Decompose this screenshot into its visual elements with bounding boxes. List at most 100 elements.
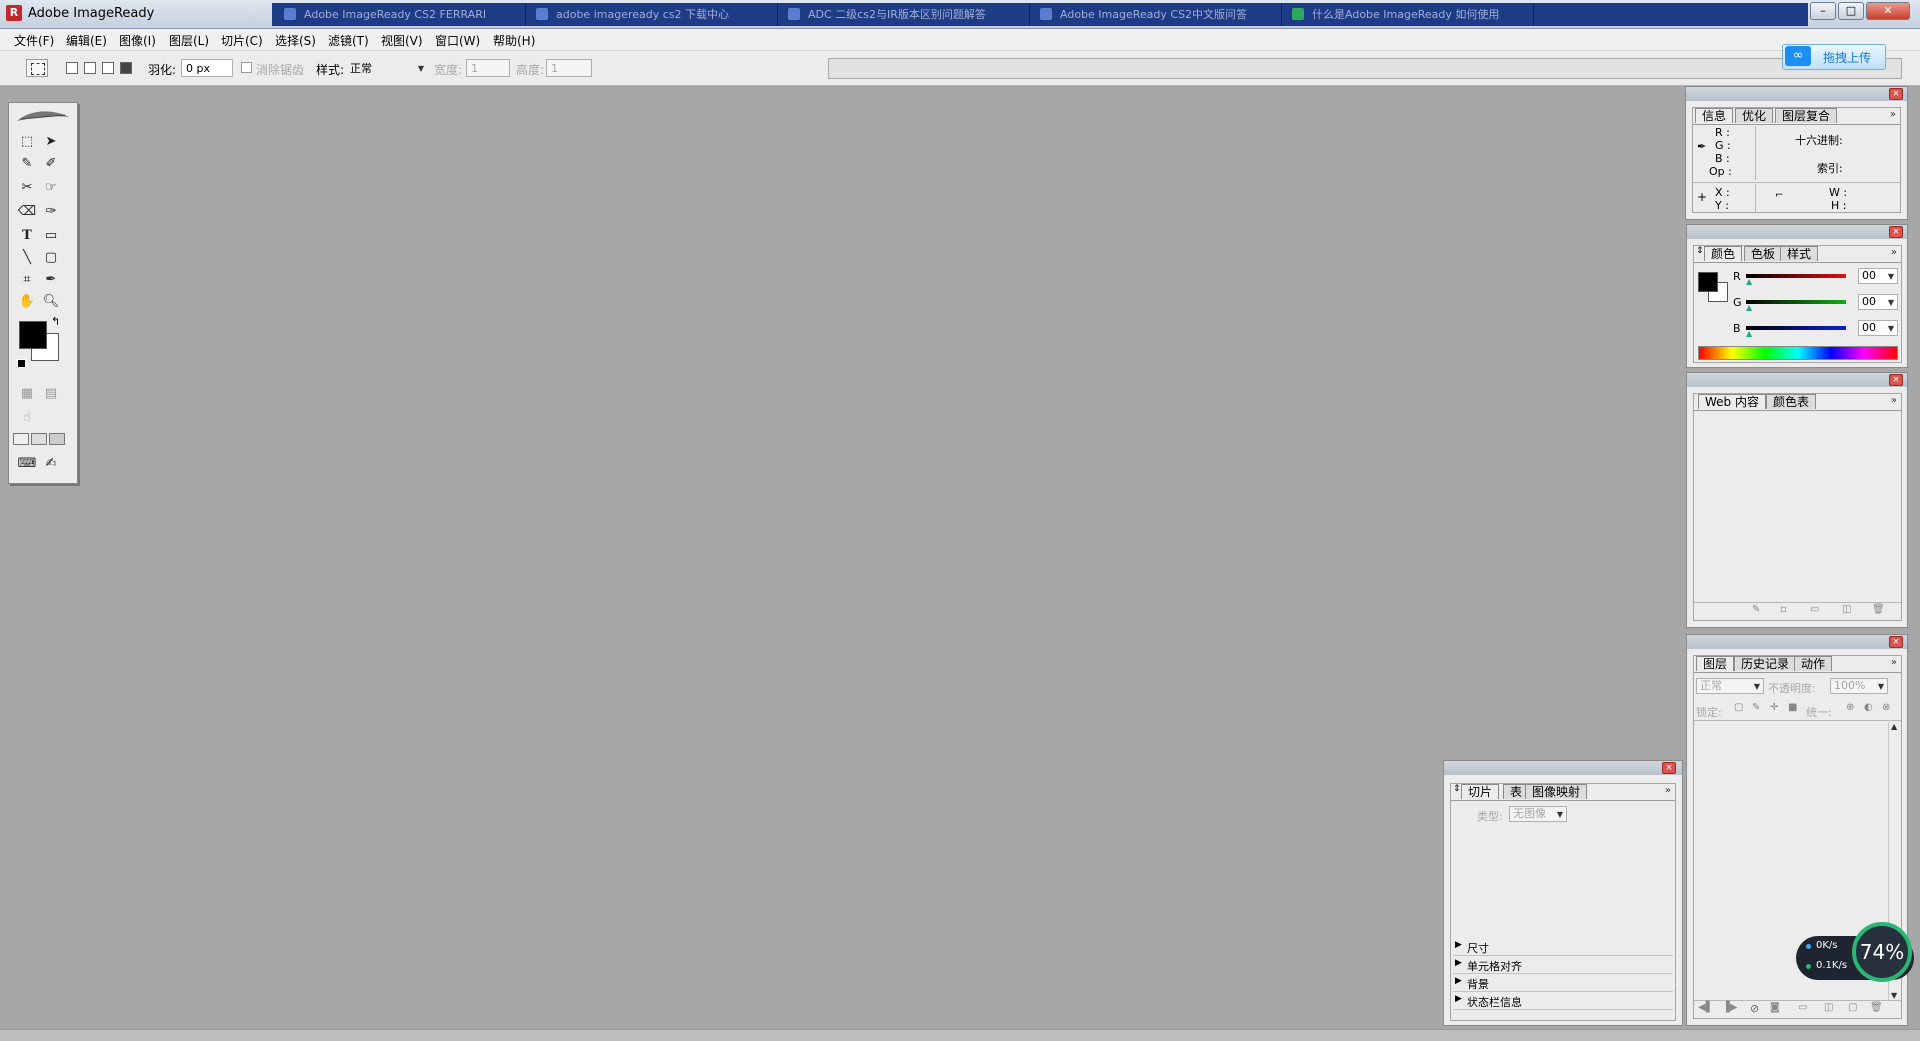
height-input[interactable]: 1	[546, 59, 592, 77]
panel-collapse-icon[interactable]: ⇕	[1696, 246, 1704, 256]
slider-thumb-icon[interactable]: ▲	[1746, 277, 1752, 286]
brush-tool-icon[interactable]: ✑	[41, 203, 61, 221]
tab-image-map[interactable]: 图像映射	[1525, 784, 1588, 799]
blend-mode-select[interactable]: 正常 ▼	[1696, 678, 1764, 694]
marquee-preset-button[interactable]	[26, 59, 48, 77]
panel-close-icon[interactable]: ×	[1889, 374, 1903, 386]
menu-filter[interactable]: 滤镜(T)	[328, 32, 369, 49]
adjustment-icon[interactable]: ◫	[1824, 1002, 1833, 1013]
menu-select[interactable]: 选择(S)	[275, 32, 316, 49]
tab-swatches[interactable]: 色板	[1744, 246, 1783, 261]
marquee-tool-icon[interactable]: ⬚	[17, 133, 37, 151]
slider-thumb-icon[interactable]: ▲	[1746, 329, 1752, 338]
panel-close-icon[interactable]: ×	[1662, 762, 1676, 774]
tab-layer-comps[interactable]: 图层复合	[1775, 108, 1838, 123]
panel-close-icon[interactable]: ×	[1889, 636, 1903, 648]
standard-mode-icon[interactable]	[13, 433, 29, 445]
scroll-down-icon[interactable]: ▼	[1891, 991, 1897, 1000]
new-selection-icon[interactable]	[66, 62, 78, 74]
channel-r-input[interactable]: 00 ▼	[1858, 268, 1898, 284]
scroll-up-icon[interactable]: ▲	[1891, 722, 1897, 731]
menu-window[interactable]: 窗口(W)	[435, 32, 480, 49]
tab-history[interactable]: 历史记录	[1734, 656, 1797, 671]
intersect-selection-icon[interactable]	[120, 62, 132, 74]
section-status-bar[interactable]: ▶ 状态栏信息	[1453, 992, 1673, 1010]
tab-layers[interactable]: 图层	[1696, 656, 1735, 671]
hand-tool-icon[interactable]: ✋	[17, 293, 37, 311]
swap-colors-icon[interactable]: ↰	[51, 315, 60, 328]
trash-icon[interactable]: 🗑︎	[1872, 604, 1885, 615]
network-speed-widget[interactable]: 0K/s 0.1K/s 74%	[1796, 922, 1914, 982]
drag-upload-button[interactable]: ∞ 拖拽上传	[1782, 44, 1886, 70]
link-icon[interactable]: ✎	[1752, 604, 1760, 615]
width-input[interactable]: 1	[466, 59, 510, 77]
panel-menu-icon[interactable]: »	[1890, 109, 1896, 120]
channel-g-slider[interactable]	[1746, 300, 1846, 304]
section-cell-alignment[interactable]: ▶ 单元格对齐	[1453, 956, 1673, 974]
unify-position-icon[interactable]: ⊕	[1846, 702, 1854, 713]
lasso-tool-icon[interactable]: ✎	[17, 155, 37, 173]
slice-icon[interactable]: ▫	[1780, 604, 1787, 615]
panel-menu-icon[interactable]: »	[1891, 657, 1897, 668]
rectangle-tool-icon[interactable]: ▭	[41, 227, 61, 245]
rounded-rect-tool-icon[interactable]: ▢	[41, 249, 61, 267]
new-group-icon[interactable]: ▭	[1798, 1002, 1807, 1013]
channel-b-slider[interactable]	[1746, 326, 1846, 330]
foreground-color-swatch[interactable]	[19, 321, 47, 349]
color-spectrum-bar[interactable]	[1698, 346, 1898, 360]
image-map-icon[interactable]: ▭	[1810, 604, 1819, 615]
fullscreen-mode-icon[interactable]	[49, 433, 65, 445]
tab-web-content[interactable]: Web 内容	[1698, 394, 1766, 409]
lock-position-icon[interactable]: ✛	[1770, 702, 1778, 713]
channel-b-input[interactable]: 00 ▼	[1858, 320, 1898, 336]
lock-image-icon[interactable]: ✎	[1752, 702, 1760, 713]
taskbar-tab[interactable]: Adobe ImageReady CS2中文版问答	[1032, 3, 1282, 26]
trash-icon[interactable]: 🗑︎	[1870, 1002, 1883, 1013]
close-button[interactable]: ✕	[1866, 2, 1910, 20]
menu-image[interactable]: 图像(I)	[119, 32, 156, 49]
image-map-tool-icon[interactable]: ▦	[17, 385, 37, 403]
feather-input[interactable]: 0 px	[181, 59, 233, 77]
preview-document-icon[interactable]: ⌨	[17, 455, 37, 473]
image-map-select-icon[interactable]: ▤	[41, 385, 61, 403]
section-background[interactable]: ▶ 背景	[1453, 974, 1673, 992]
add-selection-icon[interactable]	[84, 62, 96, 74]
panel-close-icon[interactable]: ×	[1889, 226, 1903, 238]
new-rollover-icon[interactable]: ◫	[1842, 604, 1851, 615]
toggle-slice-visibility-icon[interactable]: ☝	[17, 409, 37, 427]
lock-transparency-icon[interactable]: ▢	[1734, 702, 1743, 713]
menu-help[interactable]: 帮助(H)	[493, 32, 535, 49]
lock-all-icon[interactable]: ■	[1788, 702, 1797, 713]
play-forward-icon[interactable]: ▐▶	[1722, 1002, 1737, 1013]
menu-layer[interactable]: 图层(L)	[169, 32, 209, 49]
maximize-button[interactable]: □	[1838, 2, 1864, 20]
color-foreground-swatch[interactable]	[1698, 272, 1718, 292]
jump-to-photoshop-icon[interactable]: ✍	[41, 455, 61, 473]
line-tool-icon[interactable]: ╲	[17, 249, 37, 267]
taskbar-tab[interactable]: 什么是Adobe ImageReady 如何使用	[1284, 3, 1534, 26]
tab-actions[interactable]: 动作	[1794, 656, 1833, 671]
tab-optimize[interactable]: 优化	[1735, 108, 1774, 123]
eraser-tool-icon[interactable]: ⌫	[17, 203, 37, 221]
crop-tool-icon[interactable]: ⌗	[17, 271, 37, 289]
panel-close-icon[interactable]: ×	[1889, 88, 1903, 100]
taskbar-tab[interactable]: Adobe ImageReady CS2 FERRARI	[276, 3, 526, 26]
zoom-tool-icon[interactable]: 🔍︎	[41, 293, 61, 311]
eyedropper-tool-icon[interactable]: ✒	[41, 271, 61, 289]
fullscreen-menu-mode-icon[interactable]	[31, 433, 47, 445]
slice-select-tool-icon[interactable]: ☞	[41, 179, 61, 197]
play-back-icon[interactable]: ◀▌	[1698, 1002, 1713, 1013]
tab-styles[interactable]: 样式	[1780, 246, 1819, 261]
taskbar-tab[interactable]: ADC 二级cs2与IR版本区别问题解答	[780, 3, 1030, 26]
menu-view[interactable]: 视图(V)	[381, 32, 423, 49]
tab-color-table[interactable]: 颜色表	[1766, 394, 1817, 409]
minimize-button[interactable]: –	[1810, 2, 1836, 20]
channel-g-input[interactable]: 00 ▼	[1858, 294, 1898, 310]
type-tool-icon[interactable]: T	[17, 227, 37, 245]
style-select[interactable]: 正常 ▼	[345, 59, 429, 77]
slice-tool-icon[interactable]: ✂	[17, 179, 37, 197]
layer-style-icon[interactable]: ⊘	[1750, 1002, 1759, 1015]
magic-wand-tool-icon[interactable]: ✐	[41, 155, 61, 173]
panel-menu-icon[interactable]: »	[1891, 247, 1897, 258]
section-dimensions[interactable]: ▶ 尺寸	[1453, 938, 1673, 956]
